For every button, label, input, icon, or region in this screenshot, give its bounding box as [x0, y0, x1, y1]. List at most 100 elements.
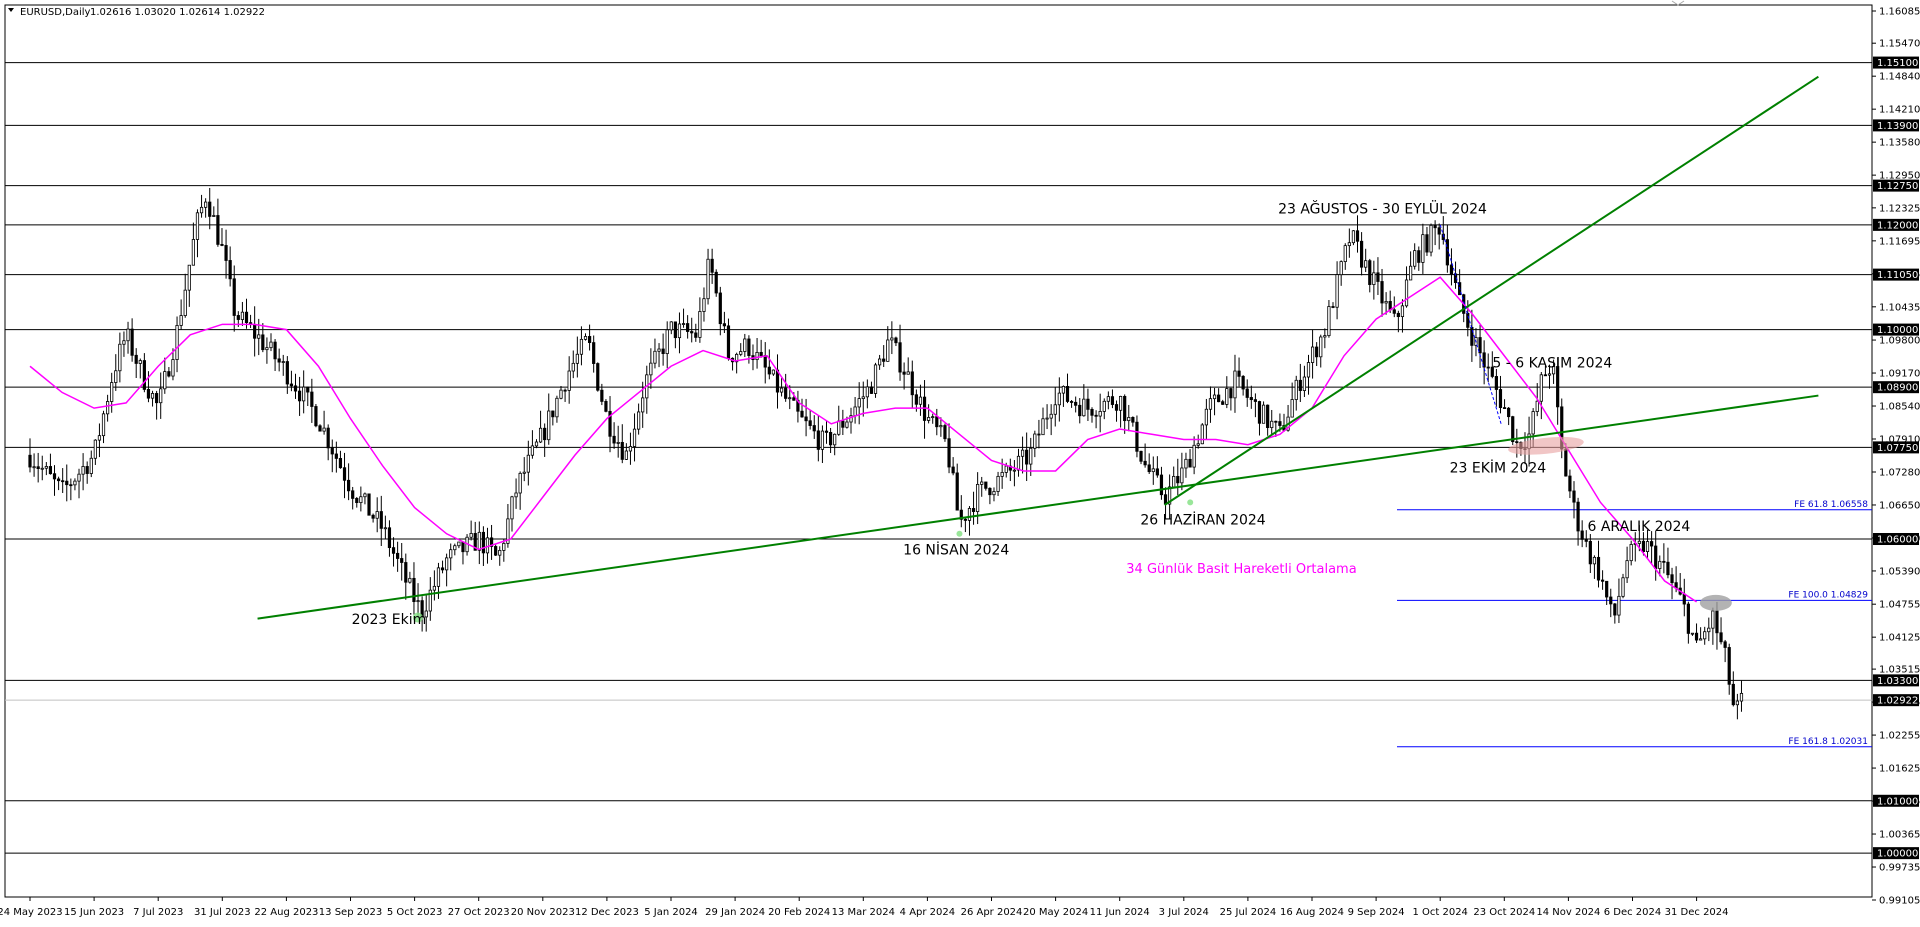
candle-body [306, 386, 310, 393]
candle-body [1654, 545, 1658, 569]
candle-body [1131, 417, 1135, 423]
candle-body [1621, 577, 1625, 597]
candle-body [1531, 411, 1535, 435]
candle-body [142, 360, 146, 390]
candle-body [792, 397, 796, 401]
candle-body [779, 387, 784, 393]
candle-body [628, 446, 633, 452]
candle-body [1319, 336, 1323, 358]
candle-body [106, 401, 110, 415]
date-tick-label: 13 Sep 2023 [319, 907, 382, 918]
candle-body [694, 332, 698, 338]
candle-body [1658, 560, 1662, 569]
candle-body [1151, 468, 1155, 473]
candle-body [310, 391, 314, 407]
candle-body [1310, 346, 1315, 363]
candle-body [514, 492, 518, 498]
candle-body [253, 323, 257, 339]
candle-body [1004, 465, 1008, 473]
candle-body [902, 371, 906, 375]
date-tick-label: 14 Nov 2024 [1536, 907, 1600, 918]
candle-body [1025, 449, 1029, 465]
candle-body [1208, 398, 1213, 410]
candle-body [1192, 444, 1196, 468]
candle-body [167, 371, 171, 377]
level-price-label: 1.13900 [1877, 121, 1918, 132]
candle-body [833, 433, 837, 446]
candle-body [1592, 556, 1597, 565]
candle-body [673, 321, 677, 339]
candle-body [130, 328, 134, 356]
candle-body [1335, 274, 1339, 308]
candle-body [624, 450, 628, 460]
candle-body [1588, 540, 1592, 565]
price-tick-label: 1.02255 [1879, 731, 1920, 742]
candle-body [1417, 250, 1421, 263]
candle-body [1196, 443, 1200, 446]
candle-body [445, 557, 449, 571]
candle-body [620, 442, 624, 460]
candle-body [1261, 404, 1266, 424]
candle-body [48, 466, 53, 475]
candle-body [600, 389, 604, 402]
candle-body [1539, 374, 1543, 402]
candle-body [743, 338, 747, 352]
candle-body [375, 511, 379, 519]
candle-body [1290, 399, 1294, 418]
candle-body [338, 458, 343, 469]
candle-body [1466, 312, 1470, 328]
date-tick-label: 12 Dec 2023 [575, 907, 639, 918]
candle-body [396, 552, 400, 559]
candle-body [992, 491, 996, 496]
price-tick-label: 0.99735 [1879, 863, 1920, 874]
price-tick-label: 1.01625 [1879, 764, 1920, 775]
candle-body [481, 531, 485, 554]
candle-body [171, 359, 175, 377]
candle-body [641, 397, 645, 413]
candle-body [690, 331, 694, 334]
candle-body [538, 427, 543, 443]
candle-body [669, 321, 673, 331]
candle-body [1257, 401, 1262, 424]
date-tick-label: 20 May 2024 [1023, 907, 1088, 918]
candle-body [604, 401, 608, 412]
candle-body [436, 567, 441, 587]
candle-body [208, 201, 212, 217]
date-tick-label: 31 Dec 2024 [1665, 907, 1729, 918]
candle-body [677, 323, 682, 339]
candle-body [122, 340, 126, 345]
candle-body [322, 427, 326, 432]
candle-body [759, 351, 763, 356]
candle-body [616, 442, 620, 444]
candle-body [355, 498, 359, 504]
candle-body [1400, 305, 1405, 318]
level-price-label: 1.03300 [1877, 676, 1918, 687]
candle-body [1245, 388, 1249, 398]
date-annotation: 16 NİSAN 2024 [903, 541, 1009, 559]
date-annotation: 5 - 6 KASIM 2024 [1492, 355, 1612, 371]
candle-body [820, 430, 825, 450]
price-tick-label: 1.13580 [1879, 138, 1920, 149]
candle-body [653, 350, 657, 364]
candle-body [191, 239, 195, 266]
candle-body [1564, 448, 1568, 477]
eurusd-daily-chart: FE 61.8 1.06558 FE 100.0 1.04829 FE 161.8 … [0, 0, 1920, 927]
candle-body [1188, 458, 1192, 468]
candle-body [1069, 401, 1074, 403]
candle-body [289, 383, 294, 387]
level-price-label: 1.12000 [1877, 220, 1918, 231]
candle-body [1110, 396, 1115, 405]
candle-body [547, 410, 551, 441]
candle-body [1486, 366, 1490, 369]
candle-body [1094, 414, 1098, 417]
candle-body [886, 339, 890, 362]
candle-body [1249, 397, 1253, 401]
candle-body [1690, 632, 1695, 635]
candle-body [980, 481, 984, 485]
candle-body [383, 527, 387, 530]
candle-body [1719, 632, 1723, 643]
candle-body [869, 386, 874, 394]
candle-body [955, 472, 959, 511]
candle-body [97, 435, 102, 441]
pivot-marker [956, 530, 963, 537]
